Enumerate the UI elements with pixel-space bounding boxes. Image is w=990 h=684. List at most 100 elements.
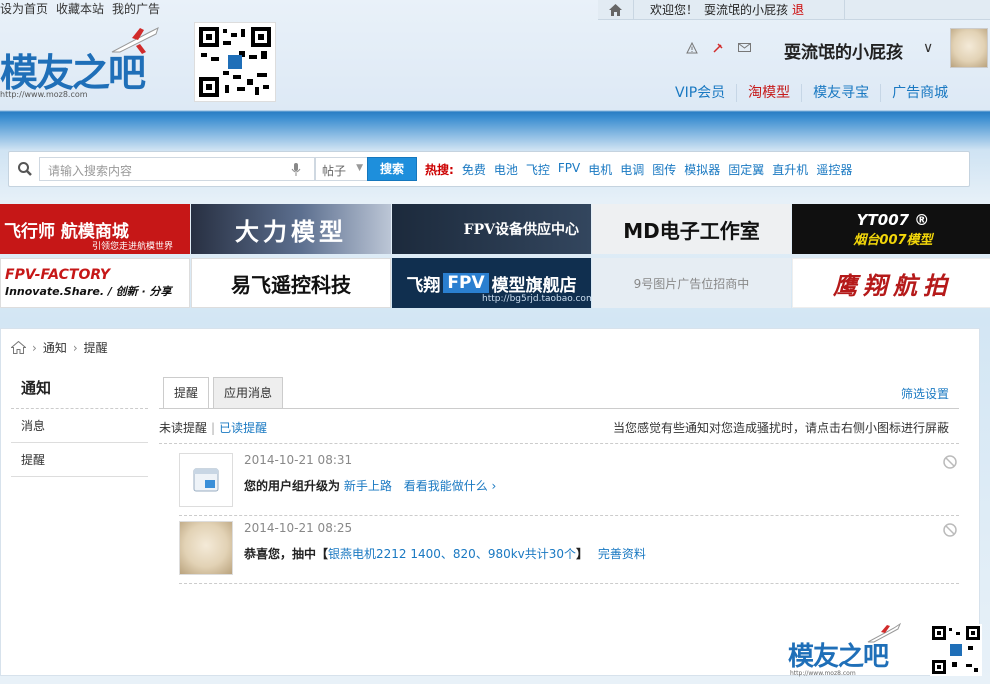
notice-time: 2014-10-21 08:31 xyxy=(244,453,353,467)
sidebar-item-messages[interactable]: 消息 xyxy=(11,409,148,443)
search-input[interactable]: 请输入搜索内容 xyxy=(39,157,315,181)
ad-8-pre: 飞翔 xyxy=(406,275,441,296)
prize-link[interactable]: 银燕电机2212 1400、820、980kv共计30个 xyxy=(328,547,576,561)
user-icons xyxy=(686,42,751,54)
hot-keyword[interactable]: 遥控器 xyxy=(816,161,852,178)
ad-7-title: 易飞遥控科技 xyxy=(231,272,351,297)
user-name[interactable]: 耍流氓的小屁孩 xyxy=(784,38,903,63)
ad-banner-1[interactable]: 飞行师 航模商城 引领您走进航模世界 xyxy=(0,204,190,254)
ad-6-bottom: Innovate.Share. / 创新 · 分享 xyxy=(5,285,172,298)
hot-keyword[interactable]: 飞控 xyxy=(526,161,550,178)
watermark-logo-url: http://www.moz8.com xyxy=(790,670,856,677)
nav-ad-mall[interactable]: 广告商城 xyxy=(881,84,959,102)
search-bar: 请输入搜索内容 帖子 ▼ 搜索 热搜: 免费 电池 飞控 FPV 电机 电调 图… xyxy=(8,151,970,187)
ad-banner-5[interactable]: YT007 ® 烟台007模型 xyxy=(792,204,990,254)
watermark-logo: 模友之吧 http://www.moz8.com xyxy=(786,622,904,680)
group-link[interactable]: 新手上路 xyxy=(344,479,392,493)
sidebar-item-reminders[interactable]: 提醒 xyxy=(11,443,148,477)
hot-keyword[interactable]: 图传 xyxy=(652,161,676,178)
notice-icon xyxy=(193,468,219,492)
search-icon xyxy=(18,162,32,176)
ad-banner-3[interactable]: FPV设备供应中心 xyxy=(392,204,591,254)
my-ads-link[interactable]: 我的广告 xyxy=(112,0,160,18)
notice-time: 2014-10-21 08:25 xyxy=(244,521,353,535)
ad-5-bottom: 烟台007模型 xyxy=(853,232,933,248)
ad-banner-2[interactable]: 大力模型 xyxy=(191,204,391,254)
tab-app-messages[interactable]: 应用消息 xyxy=(213,377,284,409)
nav-tao-model[interactable]: 淘模型 xyxy=(737,84,803,102)
hot-keyword[interactable]: 电池 xyxy=(494,161,518,178)
hot-keyword[interactable]: 固定翼 xyxy=(728,161,764,178)
welcome-text: 欢迎您！ xyxy=(650,3,699,17)
userbar-divider xyxy=(844,0,846,20)
microphone-icon[interactable] xyxy=(291,163,301,177)
hot-keyword[interactable]: FPV xyxy=(558,161,580,178)
block-icon[interactable] xyxy=(943,455,957,469)
hot-keyword[interactable]: 免费 xyxy=(462,161,486,178)
home-icon xyxy=(609,3,622,16)
sidebar-title: 通知 xyxy=(11,367,148,409)
user-avatar[interactable] xyxy=(179,521,233,575)
what-can-i-do-link[interactable]: 看看我能做什么 › xyxy=(404,479,497,493)
tab-bar: 提醒 应用消息 xyxy=(163,377,284,409)
hot-keyword[interactable]: 电机 xyxy=(588,161,612,178)
row-divider xyxy=(179,515,959,516)
notice-message: 您的用户组升级为 新手上路 看看我能做什么 › xyxy=(244,477,496,494)
ad-9-title: 9号图片广告位招商中 xyxy=(633,276,750,291)
hot-keyword[interactable]: 模拟器 xyxy=(684,161,720,178)
top-nav: VIP会员 淘模型 模友寻宝 广告商城 xyxy=(664,84,959,102)
nav-vip[interactable]: VIP会员 xyxy=(664,84,738,102)
complete-profile-link[interactable]: 完善资料 xyxy=(598,547,646,561)
hot-search: 热搜: 免费 电池 飞控 FPV 电机 电调 图传 模拟器 固定翼 直升机 遥控… xyxy=(425,161,852,178)
system-notice-avatar xyxy=(179,453,233,507)
block-icon[interactable] xyxy=(943,523,957,537)
home-button[interactable] xyxy=(598,0,634,20)
userbar-username[interactable]: 耍流氓的小屁孩 xyxy=(704,1,788,18)
read-reminders-link[interactable]: 已读提醒 xyxy=(219,421,267,435)
ad-banner-8[interactable]: 飞翔 FPV 模型旗舰店 http://bg5rjd.taobao.com xyxy=(392,258,591,308)
search-button[interactable]: 搜索 xyxy=(367,157,417,181)
qr-code-image xyxy=(194,22,276,102)
filter-settings-link[interactable]: 筛选设置 xyxy=(901,385,949,402)
ad-banner-9[interactable]: 9号图片广告位招商中 xyxy=(592,258,791,308)
tab-reminders[interactable]: 提醒 xyxy=(163,377,210,409)
chevron-right-icon: › xyxy=(32,340,37,355)
site-logo[interactable]: 模友之吧 http://www.moz8.com xyxy=(0,22,165,104)
breadcrumb-notice[interactable]: 通知 xyxy=(43,339,67,356)
logo-text: 模友之吧 xyxy=(0,50,146,95)
hot-search-label: 热搜: xyxy=(425,163,454,177)
ad-8-post: 模型旗舰店 xyxy=(491,275,577,296)
home-icon[interactable] xyxy=(11,341,26,354)
nav-treasure[interactable]: 模友寻宝 xyxy=(802,84,882,102)
reminder-filter-bar: 未读提醒 | 已读提醒 当您感觉有些通知对您造成骚扰时，请点击右侧小图标进行屏蔽 xyxy=(159,419,949,436)
ad-banner-10[interactable]: 鹰翔航拍 xyxy=(792,258,990,308)
avatar[interactable] xyxy=(950,28,988,68)
ad-banner-6[interactable]: FPV-FACTORY Innovate.Share. / 创新 · 分享 xyxy=(0,258,190,308)
ad-8-fpv: FPV xyxy=(443,273,489,293)
caret-down-icon: ▼ xyxy=(356,163,363,173)
mail-icon[interactable] xyxy=(738,42,751,53)
tab-divider xyxy=(159,408,959,409)
search-type-value: 帖子 xyxy=(322,164,347,178)
warning-icon[interactable] xyxy=(686,42,698,54)
ad-banner-4[interactable]: MD电子工作室 xyxy=(592,204,791,254)
hot-keyword[interactable]: 直升机 xyxy=(772,161,808,178)
hot-keyword[interactable]: 电调 xyxy=(620,161,644,178)
notice-text: 您的用户组升级为 xyxy=(244,479,341,493)
ad-4-title: MD电子工作室 xyxy=(623,218,760,243)
chevron-down-icon[interactable]: ∨ xyxy=(923,40,933,56)
bookmark-link[interactable]: 收藏本站 xyxy=(56,0,104,18)
search-type-select[interactable]: 帖子 ▼ xyxy=(315,157,369,181)
logo-url: http://www.moz8.com xyxy=(0,90,88,99)
logout-link[interactable]: 退 xyxy=(792,1,804,18)
breadcrumb-reminder[interactable]: 提醒 xyxy=(84,339,108,356)
ad-banner-7[interactable]: 易飞遥控科技 xyxy=(191,258,391,308)
unread-reminders-link[interactable]: 未读提醒 xyxy=(159,421,207,435)
ad-3-title: FPV设备供应中心 xyxy=(463,222,579,238)
pin-icon[interactable] xyxy=(712,42,724,54)
watermark-qr-code xyxy=(930,624,982,676)
user-bar: 欢迎您！ 耍流氓的小屁孩 退 xyxy=(598,0,990,20)
set-homepage-link[interactable]: 设为首页 xyxy=(0,0,48,18)
block-hint-text: 当您感觉有些通知对您造成骚扰时，请点击右侧小图标进行屏蔽 xyxy=(612,421,949,435)
chevron-right-icon: › xyxy=(72,340,78,355)
